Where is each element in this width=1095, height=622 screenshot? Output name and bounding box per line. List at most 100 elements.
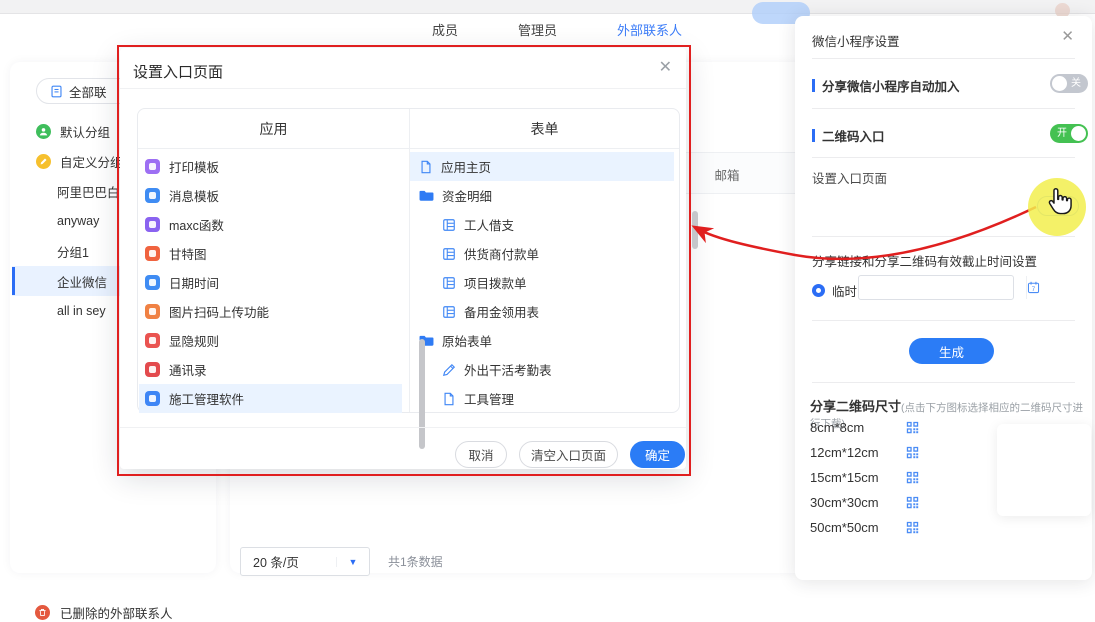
form-list-scrollbar[interactable] — [692, 211, 698, 249]
confirm-button[interactable]: 确定 — [630, 441, 685, 468]
picker-box: 应用 表单 打印模板 消息模板 maxc函数 — [137, 108, 680, 413]
expiry-date-input[interactable] — [859, 276, 1026, 299]
divider — [812, 108, 1075, 109]
temp-radio-row: 临时 — [812, 281, 857, 300]
form-list-item[interactable]: 工具管理 — [410, 384, 674, 413]
app-list-item[interactable]: 施工管理软件 — [139, 384, 402, 413]
form-list-item[interactable]: 资金明细 — [410, 181, 674, 210]
divider — [120, 88, 686, 89]
panel-close-icon[interactable]: ✕ — [1061, 29, 1074, 44]
deleted-contacts-item[interactable]: 已删除的外部联系人 — [35, 603, 173, 622]
qr-code-icon[interactable] — [906, 521, 919, 534]
all-contacts-label: 全部联 — [69, 82, 107, 101]
app-list-item[interactable]: 日期时间 — [139, 268, 402, 297]
app-list-item[interactable]: 甘特图 — [139, 239, 402, 268]
qr-size-row: 50cm*50cm — [810, 515, 940, 540]
qr-size-row: 30cm*30cm — [810, 490, 940, 515]
app-icon — [145, 333, 160, 348]
form-icon — [442, 218, 456, 232]
qr-size-label: 15cm*15cm — [810, 470, 906, 485]
document-icon — [442, 392, 456, 406]
form-list-item[interactable]: 外出干活考勤表 — [410, 355, 674, 384]
qr-entry-label: 二维码入口 — [822, 126, 885, 145]
app-icon — [145, 217, 160, 232]
page: 成员 管理员 外部联系人 全部联 默认分组 — [0, 0, 1095, 597]
email-column-header: 邮箱 — [700, 165, 754, 184]
qr-entry-row: 二维码入口 — [812, 126, 885, 145]
chevron-down-icon: ▼ — [336, 557, 369, 567]
qr-size-list: 8cm*8cm 12cm*12cm 15cm*15cm — [810, 415, 940, 540]
app-icon — [145, 391, 160, 406]
form-label: 外出干活考勤表 — [464, 360, 552, 379]
form-list-item[interactable]: 应用主页 — [410, 152, 674, 181]
app-label: 甘特图 — [169, 244, 207, 263]
app-list: 打印模板 消息模板 maxc函数 甘特图 — [139, 152, 402, 413]
app-list-item[interactable]: 消息模板 — [139, 181, 402, 210]
form-list: 应用主页 资金明细 — [410, 152, 674, 413]
form-icon — [442, 247, 456, 261]
clear-entry-page-button[interactable]: 清空入口页面 — [519, 441, 618, 468]
toggle-knob — [1071, 126, 1086, 141]
qr-entry-toggle[interactable]: 开 — [1050, 124, 1088, 143]
qr-code-icon[interactable] — [906, 496, 919, 509]
form-label: 工具管理 — [464, 389, 514, 408]
toggle-state-label: 开 — [1057, 127, 1067, 140]
app-list-scrollbar[interactable] — [419, 339, 425, 449]
tab-label: 管理员 — [518, 23, 557, 38]
app-list-item[interactable]: 显隐规则 — [139, 326, 402, 355]
tab[interactable]: 外部联系人 — [617, 20, 682, 39]
app-list-item[interactable]: 打印模板 — [139, 152, 402, 181]
group-label: 企业微信 — [57, 272, 107, 291]
tab[interactable]: 管理员 — [518, 20, 557, 39]
qr-code-icon[interactable] — [906, 446, 919, 459]
cancel-button[interactable]: 取消 — [455, 441, 507, 468]
divider — [812, 320, 1075, 321]
app-list-item[interactable]: maxc函数 — [139, 210, 402, 239]
entry-page-modal: 设置入口页面 ✕ 应用 表单 打印模板 消息模板 — [120, 48, 686, 469]
temp-radio-label: 临时 — [832, 281, 857, 300]
form-label: 原始表单 — [442, 331, 492, 350]
app-label: maxc函数 — [169, 215, 224, 234]
toggle-state-label: 关 — [1071, 77, 1081, 90]
qr-size-row: 8cm*8cm — [810, 415, 940, 440]
app-list-item[interactable]: 通讯录 — [139, 355, 402, 384]
page-size-select[interactable]: 20 条/页 ▼ — [240, 547, 370, 576]
form-list-item[interactable]: 供货商付款单 — [410, 239, 674, 268]
pagination: 20 条/页 ▼ 共1条数据 — [240, 547, 443, 576]
form-label: 备用金领用表 — [464, 302, 539, 321]
divider — [812, 382, 1075, 383]
form-list-item[interactable]: 原始表单 — [410, 326, 674, 355]
app-column-header: 应用 — [138, 109, 409, 149]
qr-code-icon[interactable] — [906, 421, 919, 434]
app-icon — [145, 246, 160, 261]
form-list-item[interactable]: 工人借支 — [410, 210, 674, 239]
form-list-item[interactable]: 备用金领用表 — [410, 297, 674, 326]
total-count-label: 共1条数据 — [388, 553, 443, 570]
qr-code-icon[interactable] — [906, 471, 919, 484]
group-label: 分组1 — [57, 242, 89, 261]
form-label: 供货商付款单 — [464, 244, 539, 263]
divider — [120, 427, 686, 428]
divider — [812, 236, 1075, 237]
panel-title: 微信小程序设置 — [812, 31, 900, 50]
group-label: all in sey — [57, 304, 106, 318]
app-list-item[interactable]: 图片扫码上传功能 — [139, 297, 402, 326]
share-auto-join-toggle[interactable]: 关 — [1050, 74, 1088, 93]
contacts-icon — [50, 85, 63, 98]
document-icon — [419, 160, 433, 174]
entry-page-toggle[interactable]: 关 — [1037, 196, 1079, 216]
share-auto-join-row: 分享微信小程序自动加入 — [812, 76, 960, 95]
tab[interactable]: 成员 — [432, 20, 458, 39]
temp-radio[interactable] — [812, 284, 825, 297]
form-list-item[interactable]: 项目拨款单 — [410, 268, 674, 297]
calendar-icon[interactable]: 7 — [1026, 276, 1040, 299]
form-label: 项目拨款单 — [464, 273, 527, 292]
qr-preview-box — [997, 424, 1091, 516]
trash-icon — [35, 605, 50, 620]
modal-close-icon[interactable]: ✕ — [659, 60, 672, 76]
deleted-contacts-label: 已删除的外部联系人 — [60, 603, 173, 622]
generate-button[interactable]: 生成 — [909, 338, 994, 364]
qr-size-label: 12cm*12cm — [810, 445, 906, 460]
expiry-title: 分享链接和分享二维码有效截止时间设置 — [812, 251, 1037, 270]
share-auto-join-label: 分享微信小程序自动加入 — [822, 76, 960, 95]
